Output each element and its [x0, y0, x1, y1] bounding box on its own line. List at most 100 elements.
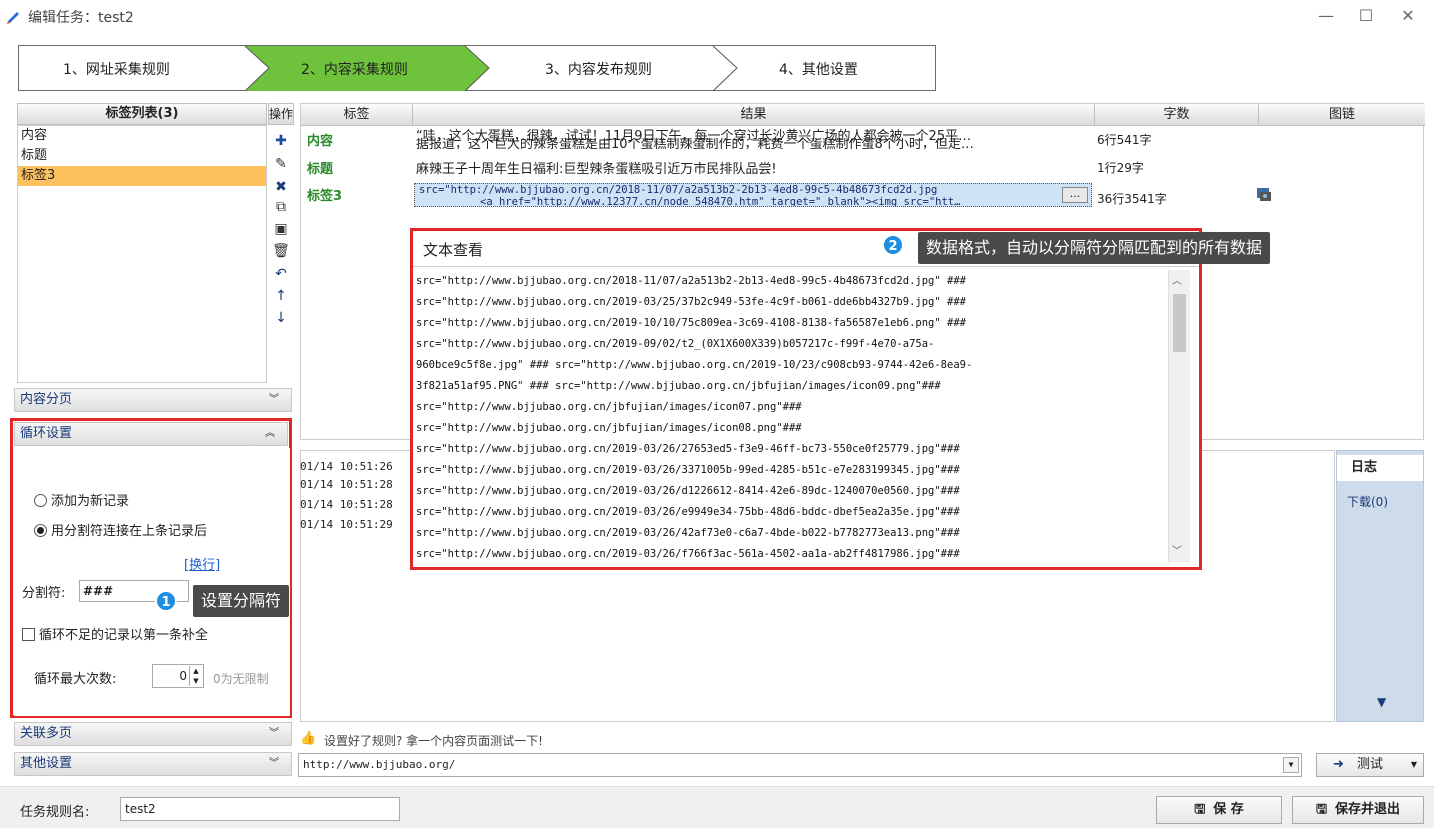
log-time: 01/14 10:51:28 [300, 498, 393, 511]
add-icon[interactable]: ✚ [270, 131, 292, 151]
spin-arrows-icon[interactable]: ▲ ▼ [189, 666, 202, 686]
fill-with-first-label: 循环不足的记录以第一条补全 [39, 628, 209, 643]
step-4-tab[interactable]: 4、其他设置 [779, 59, 858, 79]
other-settings-section[interactable]: 其他设置 ︾ [14, 752, 292, 776]
col-header-imglink: 图链 [1259, 104, 1425, 126]
popup-line: src="http://www.bjjubao.org.cn/2019-03/2… [416, 296, 966, 308]
popup-divider [413, 266, 1199, 267]
chevron-down-icon: ︾ [269, 758, 279, 769]
text-viewer-title: 文本查看 [423, 241, 484, 259]
window-title: 编辑任务：test2 [28, 10, 134, 26]
scroll-up-icon[interactable]: ︿ [1172, 272, 1182, 287]
step-2-tab[interactable]: 2、内容采集规则 [301, 59, 408, 79]
ellipsis-button[interactable]: ... [1062, 187, 1088, 203]
row-result-tag3-line2: <a href="http://www.12377.cn/node_548470… [480, 196, 961, 206]
log-side-panel: 日志 下载(0) ▼ [1336, 450, 1424, 722]
row-tag-content: 内容 [307, 134, 334, 149]
max-loop-value: 0 [179, 669, 187, 683]
popup-line: src="http://www.bjjubao.org.cn/2019-03/2… [416, 548, 960, 560]
newline-link[interactable]: [换行] [184, 554, 220, 573]
radio-icon [34, 494, 47, 507]
unlimited-hint: 0为无限制 [213, 672, 269, 686]
test-button-label: 测试 [1357, 757, 1384, 772]
scroll-down-icon[interactable]: ﹀ [1172, 542, 1182, 557]
popup-line: src="http://www.bjjubao.org.cn/2018-11/0… [416, 275, 966, 287]
max-loop-stepper[interactable]: 0 ▲ ▼ [152, 664, 204, 688]
popup-line: 960bce9c5f8e.jpg" ### src="http://www.bj… [416, 359, 973, 371]
tooltip-separator: 设置分隔符 [193, 585, 290, 617]
row-result-content-line2: 据报道，这个巨大的辣条蛋糕是由10个蛋糕制辣蛋制作的，耗费一个蛋糕制作蛋8个小时… [416, 138, 974, 149]
arrow-in-icon: ➜ [1333, 757, 1344, 772]
tag-item-content[interactable]: 内容 [18, 126, 266, 146]
save-button-label: 保 存 [1213, 802, 1244, 817]
related-pages-section[interactable]: 关联多页 ︾ [14, 722, 292, 746]
popup-line: src="http://www.bjjubao.org.cn/2019-03/2… [416, 485, 960, 497]
chevron-down-icon: ︾ [269, 728, 279, 739]
step-3-tab[interactable]: 3、内容发布规则 [545, 59, 652, 79]
save-disk-icon: 🖫 [1194, 802, 1206, 817]
popup-line: src="http://www.bjjubao.org.cn/2019-03/2… [416, 527, 960, 539]
step-1-tab[interactable]: 1、网址采集规则 [63, 59, 170, 79]
save-exit-button[interactable]: 🖫 保存并退出 [1292, 796, 1424, 824]
paste-icon[interactable]: ▣ [270, 219, 292, 239]
content-paging-label: 内容分页 [20, 392, 73, 407]
radio-selected-icon [34, 524, 47, 537]
move-down-icon[interactable]: ↓ [270, 308, 292, 328]
edit-pencil-icon [7, 12, 19, 24]
trash-icon[interactable]: 🗑 [270, 241, 292, 261]
log-time: 01/14 10:51:26 [300, 460, 393, 473]
download-tab[interactable]: 下载(0) [1347, 493, 1388, 510]
radio-join-separator[interactable]: 用分割符连接在上条记录后 [34, 520, 207, 539]
tooltip-data-format: 数据格式，自动以分隔符分隔匹配到的所有数据 [918, 232, 1271, 264]
col-header-count: 字数 [1095, 104, 1259, 126]
save-disk-icon: 🖫 [1315, 802, 1328, 817]
other-settings-label: 其他设置 [20, 756, 73, 771]
tag-item-tag3[interactable]: 标签3 [18, 166, 266, 186]
test-hint: 设置好了规则? 拿一个内容页面测试一下! [324, 734, 543, 748]
chevron-up-icon: ︽ [265, 428, 275, 439]
test-url-input[interactable]: http://www.bjjubao.org/ ▼ [298, 753, 1302, 777]
row-result-title: 麻辣王子十周年生日福利:巨型辣条蛋糕吸引近万市民排队品尝! [416, 162, 777, 177]
fill-with-first-checkbox[interactable]: 循环不足的记录以第一条补全 [22, 624, 208, 643]
maximize-button[interactable]: ☐ [1346, 4, 1386, 28]
close-button[interactable]: ✕ [1388, 4, 1428, 28]
image-link-icon[interactable] [1256, 186, 1272, 202]
caret-down-icon: ▼ [1410, 760, 1417, 769]
loop-settings-label: 循环设置 [20, 426, 73, 441]
scroll-thumb[interactable] [1173, 294, 1186, 352]
rule-name-input[interactable]: test2 [120, 797, 400, 821]
popup-line: src="http://www.bjjubao.org.cn/2019-03/2… [416, 506, 960, 518]
row-result-tag3: src="http://www.bjjubao.org.cn/2018-11/0… [419, 184, 938, 196]
row-count-tag3: 36行3541字 [1097, 192, 1167, 206]
copy-icon[interactable]: ⧉ [270, 197, 292, 217]
test-url-value: http://www.bjjubao.org/ [303, 758, 456, 771]
minimize-button[interactable]: — [1306, 4, 1346, 28]
log-time: 01/14 10:51:28 [300, 478, 393, 491]
tag-item-title[interactable]: 标题 [18, 146, 266, 166]
col-header-tag: 标签 [301, 104, 413, 126]
step-wizard: 1、网址采集规则 2、内容采集规则 3、内容发布规则 4、其他设置 [18, 45, 936, 92]
undo-icon[interactable]: ↶ [270, 264, 292, 284]
tag-list-header: 标签列表(3) [17, 103, 267, 125]
radio-join-label: 用分割符连接在上条记录后 [51, 524, 208, 539]
step-badge: 2 [882, 234, 904, 256]
loop-settings-section[interactable]: 循环设置 ︽ [14, 422, 288, 446]
ops-header: 操作 [268, 103, 294, 125]
dropdown-arrow-icon[interactable]: ▼ [1283, 757, 1299, 773]
separator-label: 分割符: [22, 586, 66, 601]
max-loop-label: 循环最大次数: [34, 672, 117, 687]
save-button[interactable]: 🖫 保 存 [1156, 796, 1282, 824]
log-tab[interactable]: 日志 [1337, 455, 1423, 481]
row-count-title: 1行29字 [1097, 161, 1144, 175]
delete-icon[interactable]: ✖ [270, 177, 292, 197]
popup-line: src="http://www.bjjubao.org.cn/2019-09/0… [416, 338, 935, 350]
content-paging-section[interactable]: 内容分页 ︾ [14, 388, 292, 412]
edit-icon[interactable]: ✎ [270, 154, 292, 174]
test-button[interactable]: ➜ 测试 ▼ [1316, 753, 1424, 777]
tag-list: 内容 标题 标签3 [17, 125, 267, 383]
checkbox-icon [22, 628, 35, 641]
triangle-down-icon[interactable]: ▼ [1377, 695, 1386, 709]
radio-new-record[interactable]: 添加为新记录 [34, 490, 129, 509]
move-up-icon[interactable]: ↑ [270, 286, 292, 306]
popup-scrollbar[interactable]: ︿ ﹀ [1168, 270, 1190, 562]
